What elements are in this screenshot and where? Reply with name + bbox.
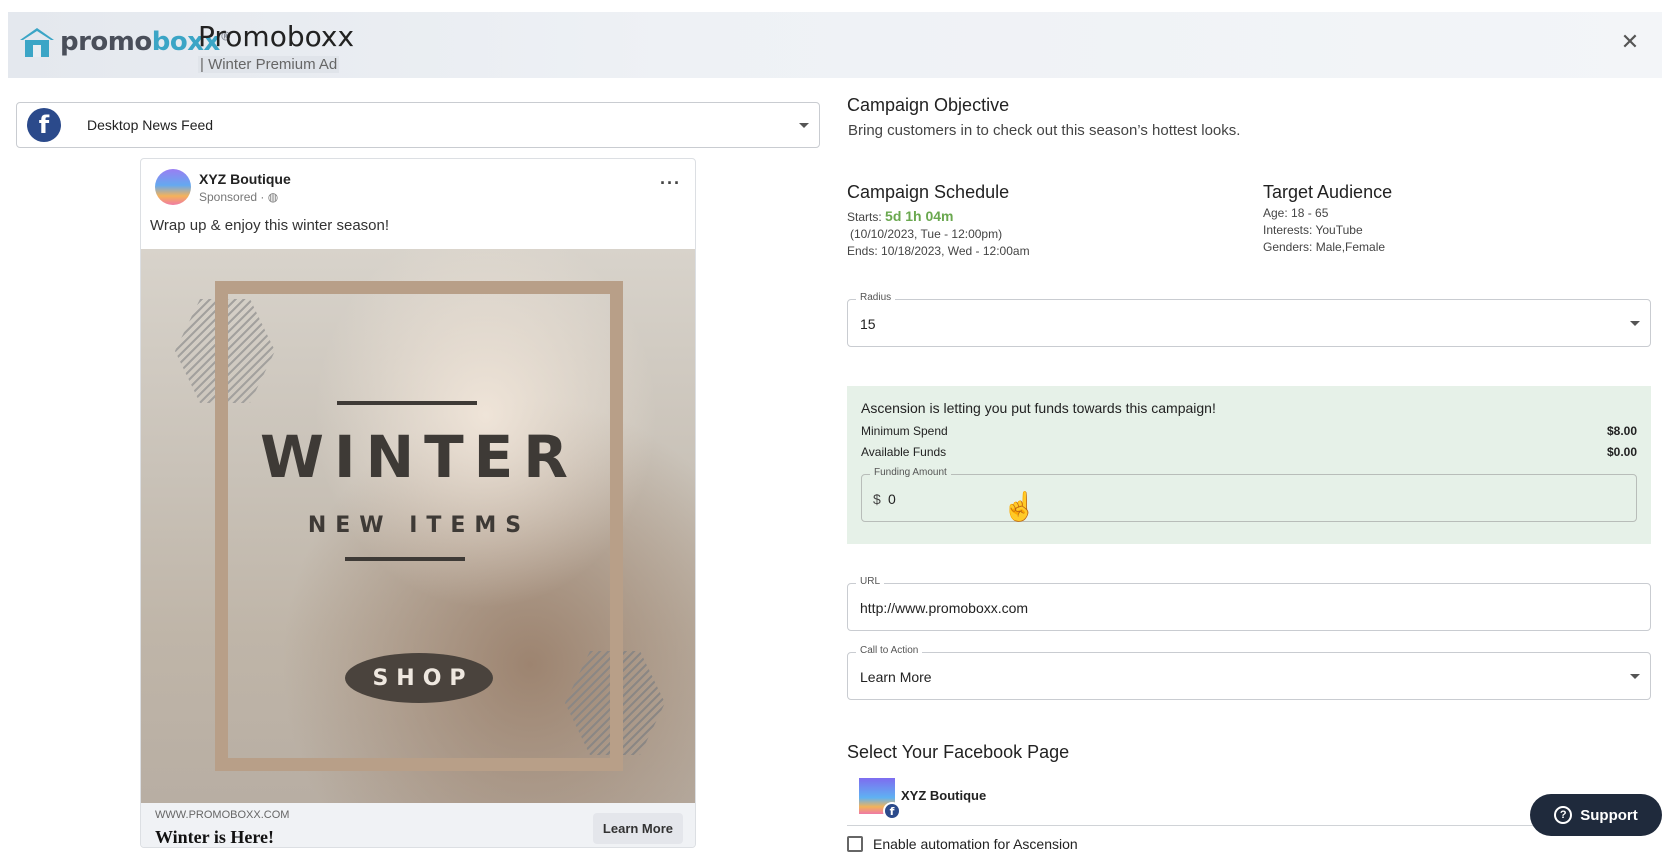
schedule-title: Campaign Schedule: [847, 182, 1010, 202]
url-value[interactable]: http://www.promoboxx.com: [860, 600, 1028, 616]
schedule-starts-label: Starts:: [847, 210, 882, 224]
post-text: Wrap up & enjoy this winter season!: [150, 217, 390, 234]
schedule-countdown: 5d 1h 04m: [885, 208, 954, 224]
close-icon: ✕: [1620, 29, 1640, 54]
chevron-down-icon: [799, 123, 809, 128]
schedule-start-detail: (10/10/2023, Tue - 12:00pm): [850, 227, 1003, 241]
funding-amount-field[interactable]: Funding Amount $ ☝: [861, 467, 1637, 522]
post-sponsored-label: Sponsored · ◍: [199, 190, 279, 204]
ad-divider: [345, 557, 465, 561]
ad-preview: XYZ Boutique Sponsored · ◍ ··· Wrap up &…: [140, 158, 696, 848]
automation-label: Enable automation for Ascension: [873, 836, 1078, 852]
available-funds-row: Available Funds $0.00: [861, 445, 1637, 459]
currency-symbol: $: [873, 491, 881, 507]
automation-toggle-row[interactable]: Enable automation for Ascension: [847, 836, 1078, 852]
schedule-end: Ends: 10/18/2023, Wed - 12:00am: [847, 244, 1030, 258]
support-label: Support: [1580, 806, 1638, 824]
funds-heading: Ascension is letting you put funds towar…: [861, 400, 1216, 416]
modal-header: promoboxx® Promoboxx | Winter Premium Ad…: [8, 12, 1662, 78]
audience-age: Age: 18 - 65: [1263, 206, 1329, 220]
facebook-page-title: Select Your Facebook Page: [847, 742, 1070, 762]
page-avatar: [155, 169, 191, 205]
placement-label: Desktop News Feed: [87, 117, 214, 133]
ad-headline: WINTER: [260, 423, 578, 491]
call-to-action-label: Call to Action: [856, 645, 923, 656]
ad-divider: [337, 401, 477, 405]
minimum-spend-row: Minimum Spend $8.00: [861, 424, 1637, 438]
minimum-spend-value: $8.00: [1606, 424, 1637, 438]
objective-text: Bring customers in to check out this sea…: [848, 122, 1241, 139]
audience-genders: Genders: Male,Female: [1263, 240, 1386, 254]
radius-select[interactable]: Radius 15: [847, 292, 1651, 347]
ad-subheadline: NEW ITEMS: [307, 513, 531, 538]
audience-interests: Interests: YouTube: [1263, 223, 1363, 237]
audience-title: Target Audience: [1263, 182, 1393, 202]
post-page-name: XYZ Boutique: [199, 171, 291, 187]
placement-select[interactable]: f Desktop News Feed: [16, 102, 820, 148]
more-options-icon[interactable]: ···: [660, 173, 681, 194]
radius-label: Radius: [856, 292, 896, 303]
support-button[interactable]: ? Support: [1530, 794, 1662, 836]
post-link-footer: WWW.PROMOBOXX.COM Winter is Here! Learn …: [141, 803, 695, 847]
chevron-down-icon: [1630, 674, 1640, 679]
url-field[interactable]: URL http://www.promoboxx.com: [847, 576, 1651, 631]
radius-value: 15: [860, 316, 876, 332]
facebook-icon: f: [27, 108, 61, 142]
logo-house-icon: [18, 26, 56, 58]
call-to-action-value: Learn More: [860, 669, 932, 685]
page-subtitle: | Winter Premium Ad: [198, 56, 340, 73]
help-icon: ?: [1554, 806, 1573, 824]
schedule-start: Starts: 5d 1h 04m: [847, 208, 954, 224]
facebook-page-name: XYZ Boutique: [901, 788, 987, 803]
url-label: URL: [856, 576, 885, 587]
ad-creative-image: WINTER NEW ITEMS SHOP: [141, 249, 695, 803]
ad-shop-badge: SHOP: [345, 653, 493, 703]
close-button[interactable]: ✕: [1618, 29, 1642, 54]
logo-text-promo: promo: [60, 27, 152, 57]
funding-amount-label: Funding Amount: [870, 467, 951, 478]
post-cta-button[interactable]: Learn More: [592, 813, 683, 844]
chevron-down-icon: [1630, 321, 1640, 326]
facebook-badge-icon: f: [883, 802, 901, 820]
minimum-spend-label: Minimum Spend: [861, 424, 948, 438]
available-funds-value: $0.00: [1606, 445, 1637, 459]
post-domain: WWW.PROMOBOXX.COM: [155, 809, 290, 821]
automation-checkbox[interactable]: [847, 836, 863, 852]
funding-amount-input[interactable]: [888, 489, 1288, 509]
page-title: Promoboxx: [198, 20, 355, 53]
funds-panel: Ascension is letting you put funds towar…: [847, 386, 1651, 544]
available-funds-label: Available Funds: [861, 445, 947, 459]
objective-title: Campaign Objective: [847, 95, 1010, 115]
post-headline: Winter is Here!: [155, 827, 274, 847]
call-to-action-select[interactable]: Call to Action Learn More: [847, 645, 1651, 700]
pointer-hand-icon: ☝: [1002, 491, 1037, 522]
